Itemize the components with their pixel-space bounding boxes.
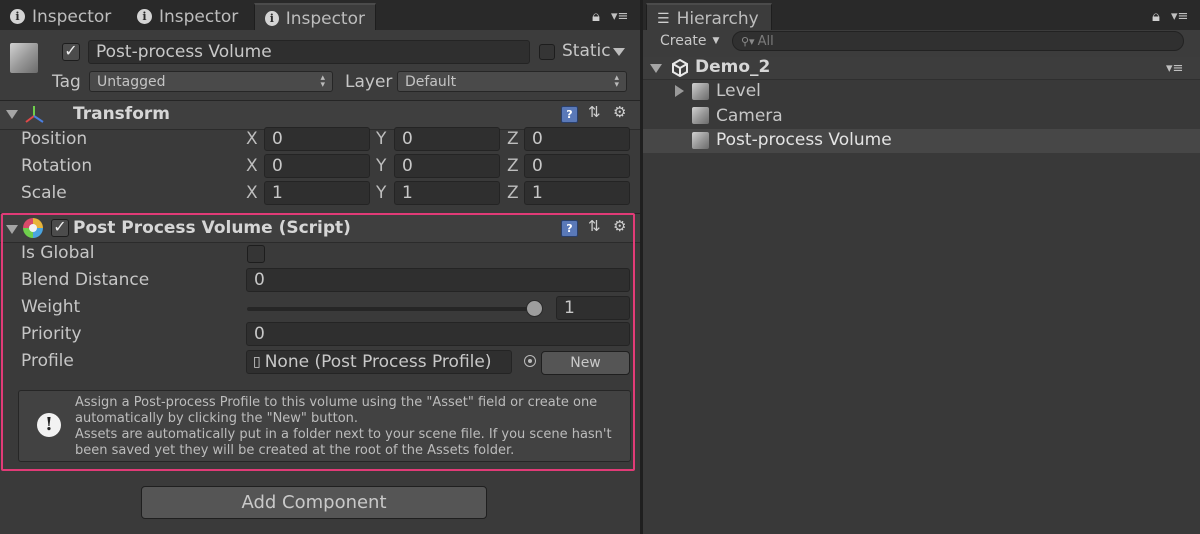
foldout-arrow-icon[interactable]	[650, 64, 662, 73]
tab-inspector-1[interactable]: i Inspector	[10, 3, 111, 30]
axis-y-label[interactable]: Y	[376, 183, 386, 203]
axis-x-label[interactable]: X	[246, 129, 258, 149]
scale-z-field[interactable]: 1	[524, 181, 630, 205]
axis-x-label[interactable]: X	[246, 183, 258, 203]
unity-logo-icon	[672, 59, 688, 77]
lock-icon[interactable]: 🔒︎	[592, 7, 600, 25]
tag-dropdown[interactable]: Untagged ▴ ▾	[89, 71, 333, 92]
gameobject-icon	[10, 43, 38, 73]
gameobject-icon	[692, 132, 709, 149]
axis-y-label[interactable]: Y	[376, 129, 386, 149]
hierarchy-item-post-process-volume[interactable]: Post-process Volume	[716, 130, 892, 150]
axis-z-label[interactable]: Z	[507, 156, 519, 176]
scene-name: Demo_2	[695, 57, 771, 77]
lock-icon[interactable]: 🔒︎	[1152, 7, 1160, 25]
static-checkbox[interactable]	[539, 44, 555, 60]
expand-arrow-icon[interactable]	[675, 85, 684, 97]
create-label: Create	[660, 33, 707, 49]
transform-title: Transform	[73, 104, 170, 124]
tab-hierarchy[interactable]: ☰ Hierarchy	[646, 3, 772, 32]
tab-inspector-3[interactable]: i Inspector	[254, 3, 376, 32]
updown-icon: ▴ ▾	[320, 72, 325, 90]
position-label: Position	[21, 129, 88, 149]
updown-icon: ▴ ▾	[614, 72, 619, 90]
tag-label: Tag	[52, 72, 81, 92]
hierarchy-item-level[interactable]: Level	[716, 81, 761, 101]
rotation-label: Rotation	[21, 156, 93, 176]
axis-z-label[interactable]: Z	[507, 129, 519, 149]
hierarchy-item-camera[interactable]: Camera	[716, 106, 783, 126]
scene-menu-icon[interactable]: ▾≡	[1166, 61, 1183, 76]
axis-y-label[interactable]: Y	[376, 156, 386, 176]
help-icon[interactable]: ?	[561, 106, 578, 123]
gameobject-icon	[692, 107, 709, 124]
tab-label: Inspector	[285, 8, 365, 29]
component-highlight-frame	[1, 213, 635, 471]
panel-menu-icon[interactable]: ▾≡	[1171, 9, 1188, 24]
scale-y-field[interactable]: 1	[394, 181, 500, 205]
tab-label: Inspector	[159, 6, 239, 27]
position-y-field[interactable]: 0	[394, 127, 500, 151]
rotation-z-field[interactable]: 0	[524, 154, 630, 178]
layer-label: Layer	[345, 72, 393, 92]
layer-value: Default	[405, 73, 457, 90]
position-z-field[interactable]: 0	[524, 127, 630, 151]
object-name-field[interactable]: Post-process Volume	[88, 40, 530, 64]
tag-value: Untagged	[97, 73, 166, 90]
scale-x-field[interactable]: 1	[264, 181, 370, 205]
hierarchy-search-input[interactable]: ⚲▾ All	[732, 31, 1184, 51]
gameobject-icon	[692, 83, 709, 100]
axis-x-label[interactable]: X	[246, 156, 258, 176]
static-label: Static	[562, 41, 611, 61]
tab-label: Inspector	[32, 6, 112, 27]
tab-label: Hierarchy	[676, 8, 759, 29]
search-placeholder: All	[757, 33, 774, 49]
static-dropdown-icon[interactable]	[613, 48, 625, 56]
rotation-y-field[interactable]: 0	[394, 154, 500, 178]
layer-dropdown[interactable]: Default ▴ ▾	[397, 71, 627, 92]
axis-z-label[interactable]: Z	[507, 183, 519, 203]
chevron-down-icon: ▼	[712, 36, 720, 46]
foldout-arrow-icon[interactable]	[6, 110, 18, 119]
tab-inspector-2[interactable]: i Inspector	[137, 3, 238, 30]
position-x-field[interactable]: 0	[264, 127, 370, 151]
panel-menu-icon[interactable]: ▾≡	[611, 9, 628, 24]
info-icon: i	[265, 11, 279, 26]
create-dropdown[interactable]: Create ▼	[660, 33, 719, 49]
add-component-button[interactable]: Add Component	[141, 486, 487, 519]
info-icon: i	[10, 9, 25, 24]
active-checkbox[interactable]: ✓	[62, 43, 80, 61]
info-icon: i	[137, 9, 152, 24]
scale-label: Scale	[21, 183, 67, 203]
search-icon: ⚲▾	[741, 34, 755, 48]
transform-icon	[25, 106, 44, 123]
rotation-x-field[interactable]: 0	[264, 154, 370, 178]
gear-icon[interactable]: ⚙	[613, 103, 626, 121]
list-icon: ☰	[657, 10, 670, 27]
preset-icon[interactable]: ⇅	[588, 103, 601, 121]
